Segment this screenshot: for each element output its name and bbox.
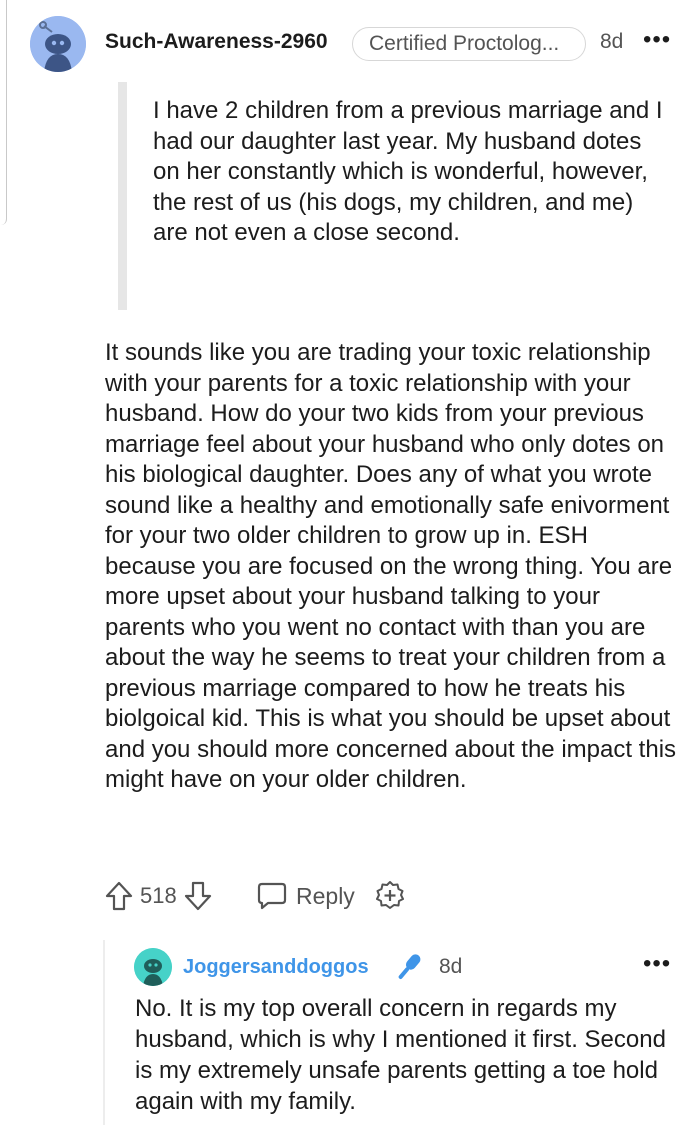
thread-line[interactable]: [103, 940, 105, 1125]
reply-avatar-icon[interactable]: [134, 948, 172, 986]
reply-label: Reply: [296, 882, 355, 909]
reply-bubble-icon: [256, 881, 288, 911]
more-options-icon[interactable]: •••: [643, 26, 671, 54]
comment-timestamp: 8d: [600, 30, 624, 53]
user-flair-badge: Certified Proctolog...: [352, 27, 586, 61]
comment-body: It sounds like you are trading your toxi…: [105, 339, 677, 793]
blockquote-bar: [118, 82, 127, 310]
comment-username[interactable]: Such-Awareness-2960: [105, 30, 328, 54]
reply-timestamp: 8d: [439, 955, 463, 978]
downvote-icon[interactable]: [183, 880, 213, 912]
side-panel-edge: [0, 0, 7, 225]
op-microphone-icon: [392, 950, 426, 989]
vote-controls: 518: [104, 878, 213, 914]
award-add-icon: [374, 880, 406, 912]
award-button[interactable]: [374, 878, 406, 914]
quoted-text: I have 2 children from a previous marria…: [153, 97, 663, 247]
upvote-icon[interactable]: [104, 880, 134, 912]
reply-button[interactable]: Reply: [256, 878, 355, 914]
reply-more-options-icon[interactable]: •••: [643, 950, 671, 978]
vote-score: 518: [140, 883, 177, 908]
reply-username[interactable]: Joggersanddoggos: [183, 956, 369, 979]
reply-body: No. It is my top overall concern in rega…: [135, 995, 666, 1115]
user-avatar-icon[interactable]: [30, 16, 86, 72]
